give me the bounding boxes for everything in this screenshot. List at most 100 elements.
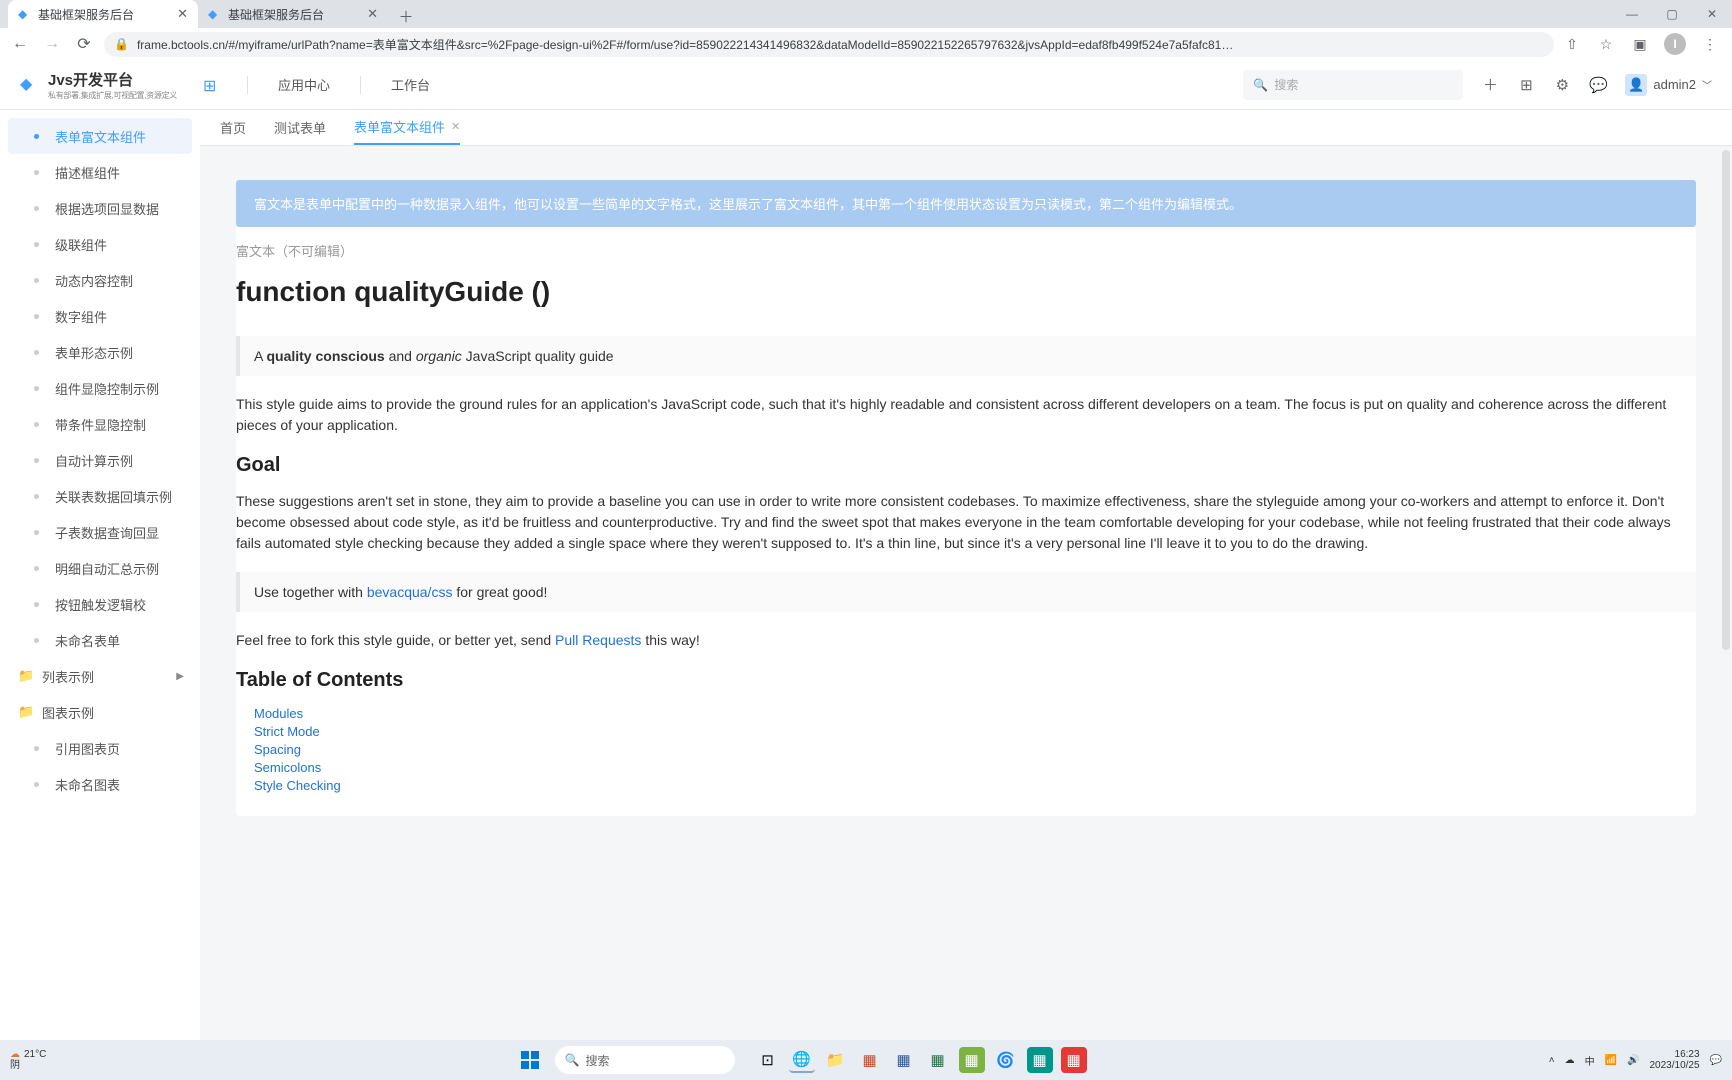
tab-close-icon[interactable]: ✕ [367,6,378,22]
tray-notifications-icon[interactable]: 💬 [1710,1055,1722,1066]
sidebar-item[interactable]: 根据选项回显数据 [8,190,192,226]
browser-tab-0[interactable]: ◆ 基础框架服务后台 ✕ [8,0,198,28]
window-minimize[interactable]: — [1612,0,1652,28]
bookmark-icon[interactable]: ☆ [1596,34,1616,54]
link-pull-requests[interactable]: Pull Requests [555,632,641,648]
browser-chrome: ◆ 基础框架服务后台 ✕ ◆ 基础框架服务后台 ✕ ＋ ← → ⟳ 🔒 fram… [0,0,1732,60]
sidebar-item-label: 未命名图表 [55,775,120,794]
window-close[interactable]: ✕ [1692,0,1732,28]
taskbar-search[interactable]: 🔍搜索 [555,1046,735,1074]
divider [247,76,248,94]
nav-app-center[interactable]: 应用中心 [266,75,342,94]
inner-tab-richtext[interactable]: 表单富文本组件 ✕ [354,110,460,145]
taskbar-powerpoint[interactable]: ▦ [857,1047,883,1073]
weather-widget[interactable]: ☁21°C 阴 [10,1049,46,1071]
logo[interactable]: ◆ Jvs开发平台 私有部署,集成扩展,可视配置,资源定义 [20,69,177,101]
toc-link[interactable]: Modules [254,706,303,721]
taskbar-excel[interactable]: ▦ [925,1047,951,1073]
heading-toc: Table of Contents [236,669,1696,692]
sidebar-item-label: 表单富文本组件 [55,127,146,146]
toc-link[interactable]: Semicolons [254,760,321,775]
sidebar-item[interactable]: 组件显隐控制示例 [8,370,192,406]
blockquote-2: Use together with bevacqua/css for great… [236,572,1696,612]
sidebar-item[interactable]: 描述框组件 [8,154,192,190]
sidebar-item[interactable]: 未命名表单 [8,622,192,658]
sidebar-item-label: 动态内容控制 [55,271,133,290]
tray-wifi-icon[interactable]: 📶 [1605,1055,1617,1066]
sidebar-item[interactable]: 数字组件 [8,298,192,334]
sidebar-group-chart-examples[interactable]: 📁 图表示例 [8,694,192,730]
menu-icon[interactable]: ⋮ [1700,34,1720,54]
tab-close-icon[interactable]: ✕ [451,120,460,133]
sidebar-item[interactable]: 明细自动汇总示例 [8,550,192,586]
sidebar-item-label: 组件显隐控制示例 [55,379,159,398]
bullet-icon [34,422,39,427]
tray-volume-icon[interactable]: 🔊 [1627,1055,1639,1066]
forward-button[interactable]: → [40,32,64,56]
scrollbar-thumb[interactable] [1722,150,1730,650]
add-button[interactable]: ＋ [1481,76,1499,94]
sidebar-item[interactable]: 表单富文本组件 [8,118,192,154]
back-button[interactable]: ← [8,32,32,56]
bullet-icon [34,170,39,175]
taskbar-edge[interactable]: 🌀 [993,1047,1019,1073]
settings-icon[interactable]: ⚙ [1553,76,1571,94]
toc-link[interactable]: Style Checking [254,778,341,793]
sidebar-item-unnamed-chart[interactable]: 未命名图表 [8,766,192,802]
tab-close-icon[interactable]: ✕ [177,6,188,22]
tray-language-icon[interactable]: 中 [1585,1053,1595,1068]
toc-link[interactable]: Spacing [254,742,301,757]
inner-tab-home[interactable]: 首页 [220,110,246,145]
tray-onedrive-icon[interactable]: ☁ [1565,1055,1575,1066]
start-button[interactable] [519,1049,541,1071]
favicon-icon: ◆ [208,7,222,21]
content-scroll[interactable]: 富文本是表单中配置中的一种数据录入组件，他可以设置一些简单的文字格式，这里展示了… [200,146,1732,1040]
inner-tab-bar: 首页 测试表单 表单富文本组件 ✕ [200,110,1732,146]
profile-avatar[interactable]: I [1664,33,1686,55]
sidebar-item[interactable]: 表单形态示例 [8,334,192,370]
apps-grid-icon[interactable]: ⊞ [203,76,221,94]
sidebar-item[interactable]: 级联组件 [8,226,192,262]
taskbar-app-green[interactable]: ▦ [959,1047,985,1073]
extension-icon[interactable]: ▣ [1630,34,1650,54]
sidebar-item-label: 根据选项回显数据 [55,199,159,218]
sidebar-group-list-examples[interactable]: 📁 列表示例 ▶ [8,658,192,694]
sidebar-item-label: 子表数据查询回显 [55,523,159,542]
user-name: admin2 [1653,77,1696,92]
sidebar-item[interactable]: 动态内容控制 [8,262,192,298]
weather-icon: ☁ [10,1049,20,1060]
share-icon[interactable]: ⇧ [1562,34,1582,54]
taskbar-clock[interactable]: 16:23 2023/10/25 [1649,1049,1699,1071]
sidebar-item[interactable]: 带条件显隐控制 [8,406,192,442]
tray-chevron-icon[interactable]: ˄ [1549,1055,1555,1066]
nav-workbench[interactable]: 工作台 [379,75,442,94]
search-icon: 🔍 [1253,78,1268,92]
sidebar-item-chart-ref[interactable]: 引用图表页 [8,730,192,766]
link-bevacqua-css[interactable]: bevacqua/css [367,584,453,600]
header-search[interactable]: 🔍 搜索 [1243,70,1463,100]
sidebar: 表单富文本组件描述框组件根据选项回显数据级联组件动态内容控制数字组件表单形态示例… [0,110,200,1040]
taskbar-app-red[interactable]: ▦ [1061,1047,1087,1073]
paragraph-3: Feel free to fork this style guide, or b… [236,630,1696,651]
sidebar-item[interactable]: 自动计算示例 [8,442,192,478]
url-field[interactable]: 🔒 frame.bctools.cn/#/myiframe/urlPath?na… [104,32,1554,57]
taskbar-chrome[interactable]: 🌐 [789,1047,815,1073]
bullet-icon [34,314,39,319]
browser-tab-1[interactable]: ◆ 基础框架服务后台 ✕ [198,0,388,28]
sidebar-item[interactable]: 关联表数据回填示例 [8,478,192,514]
reload-button[interactable]: ⟳ [72,32,96,56]
user-menu[interactable]: 👤 admin2 ﹀ [1625,74,1712,96]
sidebar-item[interactable]: 子表数据查询回显 [8,514,192,550]
logo-icon: ◆ [20,74,42,96]
taskbar-app-teal[interactable]: ▦ [1027,1047,1053,1073]
grid-apps-icon[interactable]: ⊞ [1517,76,1535,94]
taskbar-taskview[interactable]: ⊡ [755,1047,781,1073]
taskbar-explorer[interactable]: 📁 [823,1047,849,1073]
inner-tab-test-form[interactable]: 测试表单 [274,110,326,145]
new-tab-button[interactable]: ＋ [394,4,418,28]
window-maximize[interactable]: ▢ [1652,0,1692,28]
toc-link[interactable]: Strict Mode [254,724,320,739]
sidebar-item[interactable]: 按钮触发逻辑校 [8,586,192,622]
taskbar-word[interactable]: ▦ [891,1047,917,1073]
chat-icon[interactable]: 💬 [1589,76,1607,94]
